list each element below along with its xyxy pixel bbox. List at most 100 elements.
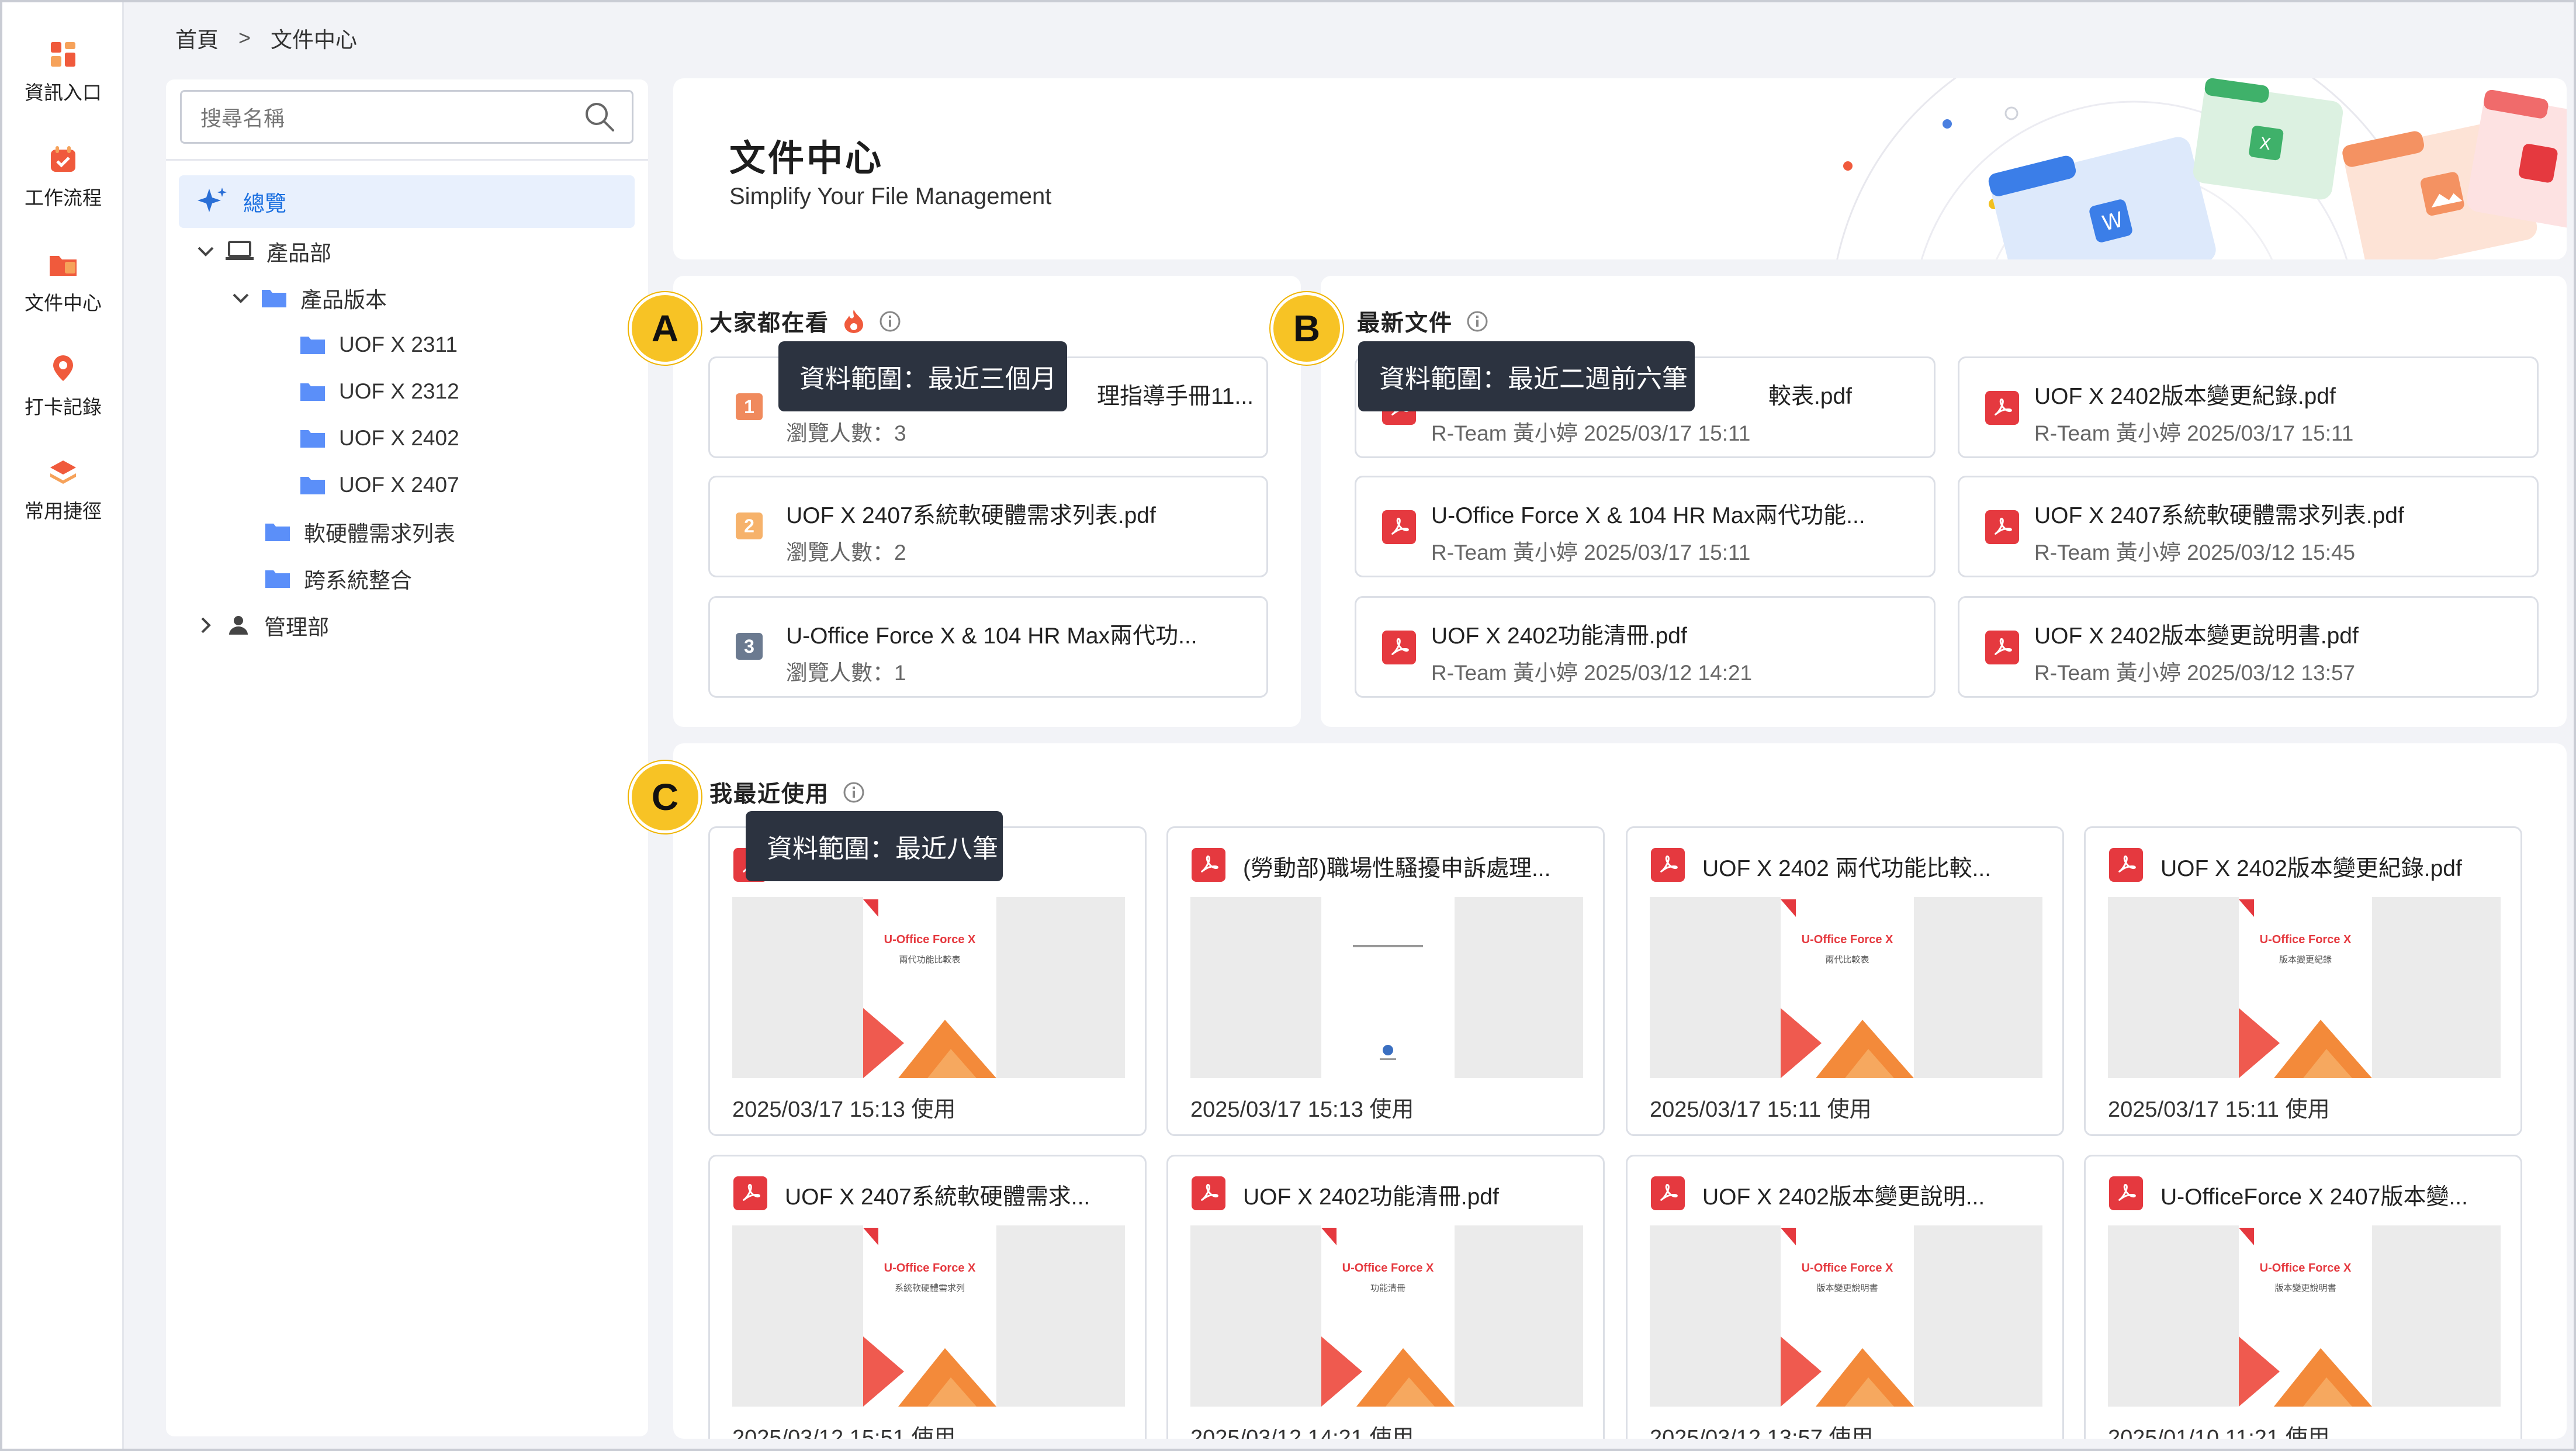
rail-item-info-portal[interactable]: 資訊入口 <box>2 39 124 126</box>
view-count: 瀏覽人數：3 <box>786 421 906 445</box>
file-title: UOF X 2402功能清冊.pdf <box>1431 624 1687 649</box>
pdf-icon <box>1651 1176 1685 1210</box>
file-title: UOF X 2402版本變更說明... <box>1702 1185 1985 1210</box>
chevron-down-icon[interactable] <box>194 240 217 263</box>
tree-item-cross-system[interactable]: 跨系統整合 <box>264 561 412 596</box>
document-page: U-Office Force X 版本變更說明書 <box>1781 1225 1914 1407</box>
rank-badge: 3 <box>736 633 763 660</box>
pdf-icon <box>2109 848 2143 882</box>
folder-tree-panel: 搜尋名稱 總覽 產品部 產品版本 UOF X 2311 UOF X 2312 U… <box>166 79 648 1436</box>
rail-label: 資訊入口 <box>25 82 102 103</box>
document-cover-art <box>2239 897 2372 1078</box>
recent-item[interactable]: UOF X 2402版本變更說明... U-Office Force X 版本變更說… <box>1626 1155 2064 1439</box>
search-input[interactable]: 搜尋名稱 <box>180 90 633 144</box>
tree-item-uofx-2407[interactable]: UOF X 2407 <box>299 467 459 503</box>
search-icon[interactable] <box>583 100 617 134</box>
recent-heading: 我最近使用 <box>709 776 865 809</box>
tree-item-hw-sw-requirements[interactable]: 軟硬體需求列表 <box>264 514 455 549</box>
view-count: 瀏覽人數：2 <box>786 541 906 565</box>
folder-icon <box>300 337 325 354</box>
rail-item-document-center[interactable]: 文件中心 <box>2 249 124 337</box>
info-icon[interactable] <box>1466 310 1489 333</box>
document-subtitle: 兩代功能比較表 <box>899 955 961 965</box>
workflow-icon <box>51 146 75 172</box>
recent-item[interactable]: UOF X 2402功能清冊.pdf U-Office Force X 功能清冊 20… <box>1166 1155 1605 1439</box>
document-page: U-Office Force X 兩代比較表 <box>1781 897 1914 1078</box>
rail-item-clock-in[interactable]: 打卡記錄 <box>2 353 124 441</box>
latest-item[interactable]: UOF X 2407系統軟硬體需求列表.pdf R-Team 黃小婷 2025/… <box>1958 476 2539 577</box>
document-page-art <box>1321 897 1455 1078</box>
file-thumbnail[interactable]: U-Office Force X 版本變更紀錄 <box>2108 897 2501 1078</box>
tree-item-admin-dept[interactable]: 管理部 <box>194 608 329 643</box>
folder-icon <box>300 477 325 494</box>
rail-item-workflow[interactable]: 工作流程 <box>2 144 124 231</box>
info-icon[interactable] <box>842 781 865 804</box>
document-subtitle: 兩代比較表 <box>1825 955 1869 965</box>
popular-item[interactable]: 3 U-Office Force X & 104 HR Max兩代功... 瀏覽… <box>708 596 1268 698</box>
document-page: U-Office Force X 版本變更紀錄 <box>2239 897 2372 1078</box>
fire-icon <box>844 310 864 333</box>
marker-a: A <box>629 292 701 365</box>
file-thumbnail[interactable]: U-Office Force X 版本變更說明書 <box>2108 1225 2501 1407</box>
last-used-time: 2025/03/17 15:13 使用 <box>732 1097 956 1122</box>
file-thumbnail[interactable]: U-Office Force X 兩代功能比較表 <box>732 897 1125 1078</box>
last-used-time: 2025/03/12 13:57 使用 <box>1650 1426 1874 1439</box>
document-brand: U-Office Force X <box>1342 1262 1434 1275</box>
tree-item-label: 管理部 <box>264 615 329 639</box>
popular-item[interactable]: 2 UOF X 2407系統軟硬體需求列表.pdf 瀏覽人數：2 <box>708 476 1268 577</box>
popular-tooltip: 資料範圍：最近三個月 <box>778 341 1067 411</box>
latest-item[interactable]: UOF X 2402功能清冊.pdf R-Team 黃小婷 2025/03/12… <box>1355 596 1936 698</box>
popular-heading: 大家都在看 <box>709 305 902 338</box>
document-subtitle: 版本變更紀錄 <box>2279 955 2332 965</box>
chevron-right-icon[interactable] <box>194 614 217 637</box>
tree-item-uofx-2402[interactable]: UOF X 2402 <box>299 421 459 456</box>
recent-item[interactable]: UOF X 2402版本變更紀錄.pdf U-Office Force X 版本變更… <box>2084 826 2522 1136</box>
last-used-time: 2025/03/12 14:21 使用 <box>1190 1426 1414 1439</box>
overview-label: 總覽 <box>243 192 286 216</box>
info-icon[interactable] <box>878 310 902 333</box>
rail-label: 常用捷徑 <box>25 500 102 522</box>
marker-c: C <box>629 761 701 833</box>
document-brand: U-Office Force X <box>884 933 976 946</box>
document-subtitle: 版本變更說明書 <box>2274 1283 2336 1293</box>
pdf-icon <box>1382 510 1416 544</box>
document-brand: U-Office Force X <box>2259 1262 2352 1275</box>
folder-icon <box>265 570 290 588</box>
tree-item-product-version[interactable]: 產品版本 <box>229 280 387 316</box>
file-thumbnail[interactable]: U-Office Force X 系統軟硬體需求列 <box>732 1225 1125 1407</box>
recent-item[interactable]: UOF X 2407系統軟硬體需求... U-Office Force X 系統軟硬… <box>708 1155 1147 1439</box>
laptop-icon <box>226 241 254 260</box>
recent-item[interactable]: U-OfficeForce X 2407版本變... U-Office Force… <box>2084 1155 2522 1439</box>
icon-rail: 資訊入口 工作流程 文件中心 打卡記錄 常用捷徑 <box>2 2 124 1449</box>
tree-item-uofx-2311[interactable]: UOF X 2311 <box>299 327 458 362</box>
tree-item-product-dept[interactable]: 產品部 <box>194 234 331 269</box>
pdf-icon <box>1192 848 1225 882</box>
last-used-time: 2025/03/17 15:11 使用 <box>2108 1097 2330 1122</box>
latest-item[interactable]: UOF X 2402版本變更紀錄.pdf R-Team 黃小婷 2025/03/… <box>1958 356 2539 458</box>
file-thumbnail[interactable]: U-Office Force X 版本變更說明書 <box>1650 1225 2042 1407</box>
recent-item[interactable]: (勞動部)職場性騷擾申訴處理... 2025/03/17 15:13 使用 <box>1166 826 1605 1136</box>
recent-item[interactable]: UOF X 2402 兩代功能比較... U-Office Force X 兩代比較… <box>1626 826 2064 1136</box>
document-cover-art <box>1321 1225 1455 1407</box>
rail-item-shortcuts[interactable]: 常用捷徑 <box>2 457 124 545</box>
document-cover-art <box>1781 1225 1914 1407</box>
latest-item[interactable]: U-Office Force X & 104 HR Max兩代功能... R-T… <box>1355 476 1936 577</box>
file-title: U-Office Force X & 104 HR Max兩代功... <box>786 624 1197 649</box>
document-brand: U-Office Force X <box>1801 1262 1893 1275</box>
tree-item-uofx-2312[interactable]: UOF X 2312 <box>299 374 459 409</box>
divider <box>166 159 648 161</box>
document-cover-art <box>1781 897 1914 1078</box>
breadcrumb-home[interactable]: 首頁 <box>175 22 219 54</box>
file-title: U-OfficeForce X 2407版本變... <box>2160 1185 2468 1210</box>
chevron-down-icon[interactable] <box>229 286 252 310</box>
file-thumbnail[interactable]: U-Office Force X 功能清冊 <box>1190 1225 1583 1407</box>
recent-tooltip: 資料範圍：最近八筆 <box>746 811 1003 881</box>
document-subtitle: 系統軟硬體需求列 <box>894 1283 965 1293</box>
file-thumbnail[interactable]: U-Office Force X 兩代比較表 <box>1650 897 2042 1078</box>
tree-item-label: UOF X 2402 <box>339 426 459 450</box>
file-meta: R-Team 黃小婷 2025/03/17 15:11 <box>1431 421 1751 445</box>
pdf-icon <box>1985 631 2019 664</box>
file-thumbnail[interactable] <box>1190 897 1583 1078</box>
latest-item[interactable]: UOF X 2402版本變更說明書.pdf R-Team 黃小婷 2025/03… <box>1958 596 2539 698</box>
tree-item-overview[interactable]: 總覽 <box>179 175 635 228</box>
